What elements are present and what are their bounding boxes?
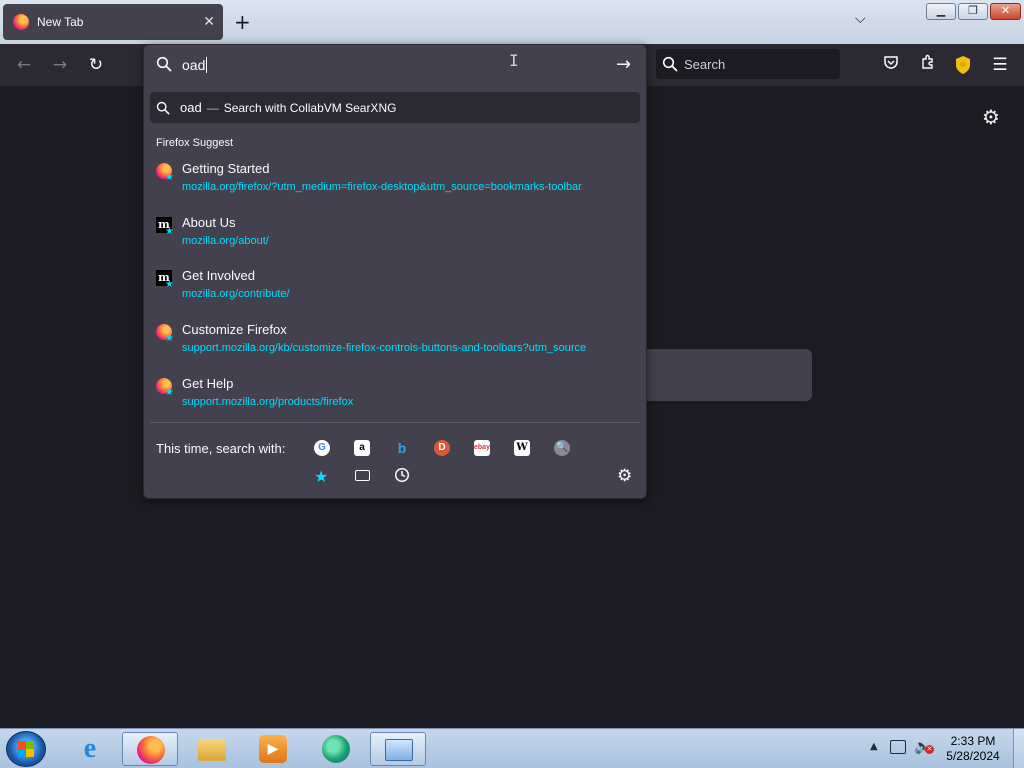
heuristic-query: oad xyxy=(180,100,202,115)
close-window-button[interactable]: ✕ xyxy=(990,3,1021,20)
forward-button[interactable]: → xyxy=(49,54,71,76)
tab-title: New Tab xyxy=(37,15,84,29)
suggestion-row[interactable]: ★ Getting Started mozilla.org/firefox/?u… xyxy=(156,161,634,211)
heuristic-search-result[interactable]: oad — Search with CollabVM SearXNG xyxy=(150,92,640,123)
extensions-button[interactable] xyxy=(917,54,939,76)
bookmark-star-icon: ★ xyxy=(165,172,174,183)
bing-icon[interactable]: b xyxy=(394,440,410,456)
bookmark-star-icon: ★ xyxy=(165,279,174,290)
suggestion-title: Customize Firefox xyxy=(182,322,287,337)
tab-strip: New Tab ✕ + ⌵ ▁ ❐ ✕ xyxy=(0,0,1024,44)
search-icon xyxy=(662,56,678,72)
newtab-settings-gear-icon[interactable]: ⚙ xyxy=(982,105,1000,129)
suggestion-url: mozilla.org/about/ xyxy=(182,235,269,247)
suggestion-row[interactable]: ★ Customize Firefox support.mozilla.org/… xyxy=(156,322,634,372)
taskbar-file-explorer[interactable] xyxy=(184,732,240,766)
taskbar-media-player[interactable]: ▶ xyxy=(245,732,301,766)
tab-close-button[interactable]: ✕ xyxy=(203,14,215,30)
internet-explorer-icon: e xyxy=(83,733,97,764)
url-input[interactable]: oad I → xyxy=(144,45,646,85)
suggestion-title: Get Help xyxy=(182,376,234,391)
amazon-icon[interactable]: a xyxy=(354,440,370,456)
suggestion-url: support.mozilla.org/kb/customize-firefox… xyxy=(182,342,587,354)
suggestion-url: mozilla.org/firefox/?utm_medium=firefox-… xyxy=(182,181,582,193)
urlbar-dropdown: oad I → oad — Search with CollabVM SearX… xyxy=(143,44,647,499)
url-input-value: oad xyxy=(182,57,208,73)
bookmarks-star-icon[interactable]: ★ xyxy=(314,467,328,486)
pocket-button[interactable] xyxy=(880,54,902,76)
taskbar-internet-explorer[interactable]: e xyxy=(62,732,118,766)
bookmark-star-icon: ★ xyxy=(165,387,174,398)
back-button[interactable]: ← xyxy=(13,54,35,76)
bookmark-star-icon: ★ xyxy=(165,333,174,344)
system-clock[interactable]: 2:33 PM 5/28/2024 xyxy=(940,734,1006,764)
divider xyxy=(150,422,640,423)
suggestion-title: Get Involved xyxy=(182,268,255,283)
search-placeholder: Search xyxy=(684,56,726,72)
taskbar-firefox[interactable] xyxy=(122,732,178,766)
history-clock-icon[interactable] xyxy=(394,467,410,487)
ublock-shield-icon xyxy=(956,56,970,74)
firefox-suggest-header: Firefox Suggest xyxy=(156,137,234,149)
firefox-icon xyxy=(13,14,29,30)
list-all-tabs-button[interactable]: ⌵ xyxy=(855,11,866,27)
suggestion-title: About Us xyxy=(182,215,236,230)
reload-button[interactable]: ↻ xyxy=(85,54,107,76)
start-button[interactable] xyxy=(6,731,46,767)
tabs-icon[interactable] xyxy=(355,470,370,481)
suggestion-row[interactable]: m ★ About Us mozilla.org/about/ xyxy=(156,215,634,265)
bookmark-star-icon: ★ xyxy=(165,226,174,237)
heuristic-separator: — xyxy=(206,100,219,115)
paint-icon xyxy=(385,739,413,761)
taskbar-edge[interactable] xyxy=(308,732,364,766)
restore-button[interactable]: ❐ xyxy=(958,3,988,20)
search-icon xyxy=(156,56,172,72)
ebay-icon[interactable]: ebay xyxy=(474,440,490,456)
new-tab-button[interactable]: + xyxy=(234,10,251,34)
puzzle-icon xyxy=(922,54,933,69)
one-off-search-label: This time, search with: xyxy=(156,441,286,456)
go-button[interactable]: → xyxy=(616,54,631,75)
search-settings-gear-icon[interactable]: ⚙ xyxy=(617,466,632,486)
search-icon xyxy=(156,101,170,114)
windows-taskbar: e ▶ ▲ 🔈 ✕ 2:33 PM 5/28/2024 xyxy=(0,728,1024,768)
tab-new-tab[interactable]: New Tab ✕ xyxy=(3,4,223,40)
wikipedia-icon[interactable]: W xyxy=(514,440,530,456)
ibeam-cursor-icon: I xyxy=(509,51,519,70)
show-hidden-icons-button[interactable]: ▲ xyxy=(870,741,878,752)
suggestion-row[interactable]: m ★ Get Involved mozilla.org/contribute/ xyxy=(156,268,634,318)
suggestion-row[interactable]: ★ Get Help support.mozilla.org/products/… xyxy=(156,376,634,426)
network-icon[interactable] xyxy=(890,740,906,754)
search-bar[interactable]: Search xyxy=(656,49,840,79)
searxng-icon[interactable]: 🔍 xyxy=(554,440,570,456)
media-player-icon: ▶ xyxy=(259,735,287,763)
clock-time: 2:33 PM xyxy=(950,734,996,748)
suggestion-title: Getting Started xyxy=(182,161,270,176)
folder-icon xyxy=(198,739,226,761)
edge-icon xyxy=(322,735,350,763)
heuristic-action: Search with CollabVM SearXNG xyxy=(223,100,397,115)
ublock-origin-button[interactable] xyxy=(953,55,973,77)
muted-x-icon: ✕ xyxy=(925,745,934,754)
show-desktop-button[interactable] xyxy=(1013,729,1024,768)
suggestion-url: mozilla.org/contribute/ xyxy=(182,288,290,300)
clock-date: 5/28/2024 xyxy=(946,749,1000,763)
suggestion-url: support.mozilla.org/products/firefox xyxy=(182,396,354,408)
app-menu-button[interactable]: ☰ xyxy=(989,54,1011,76)
pocket-icon xyxy=(884,56,898,69)
google-icon[interactable]: G xyxy=(314,440,330,456)
duckduckgo-icon[interactable]: D xyxy=(434,440,450,456)
firefox-icon xyxy=(137,736,165,764)
minimize-button[interactable]: ▁ xyxy=(926,3,956,20)
windows-logo-icon xyxy=(18,741,34,757)
taskbar-paint[interactable] xyxy=(370,732,426,766)
